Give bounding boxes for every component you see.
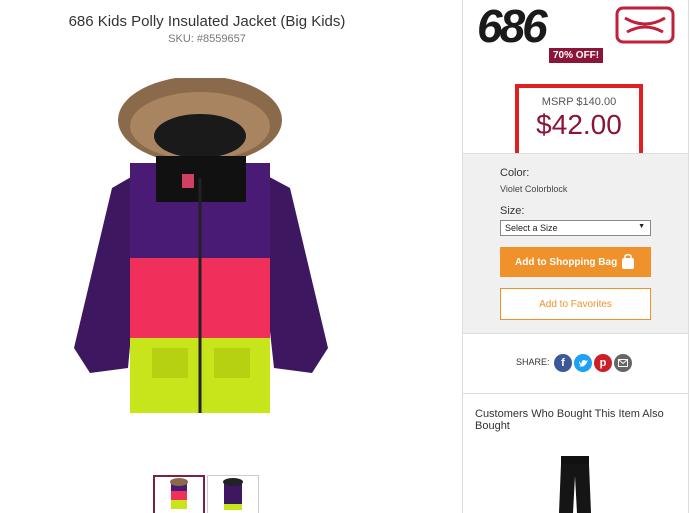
sale-price: $42.00 <box>536 109 622 140</box>
product-main-image[interactable] <box>60 76 360 418</box>
product-title: 686 Kids Polly Insulated Jacket (Big Kid… <box>68 13 346 30</box>
size-select-value: Select a Size <box>505 223 558 233</box>
brand-logo[interactable]: 686 <box>477 0 677 52</box>
product-image-column: 686 Kids Polly Insulated Jacket (Big Kid… <box>0 0 462 513</box>
facebook-icon[interactable]: f <box>554 354 572 372</box>
email-icon[interactable] <box>614 354 632 372</box>
chevron-down-icon: ▼ <box>638 223 645 230</box>
thumbnail-back[interactable] <box>207 475 259 513</box>
shopping-bag-icon <box>622 253 634 269</box>
also-bought-heading: Customers Who Bought This Item Also Boug… <box>475 408 664 432</box>
share-row: SHARE: f p <box>463 350 688 376</box>
size-label: Size: <box>500 205 525 217</box>
discount-badge: 70% OFF! <box>549 48 604 63</box>
product-sku: SKU: #8559657 <box>168 33 246 45</box>
color-label: Color: <box>500 167 530 179</box>
add-to-bag-label: Add to Shopping Bag <box>515 256 618 268</box>
purchase-panel: 686 70% OFF! MSRP $140.00 $42.00 Color: … <box>463 0 688 513</box>
column-divider-right <box>688 0 689 513</box>
share-label: SHARE: <box>516 357 550 367</box>
add-to-favorites-button[interactable]: Add to Favorites <box>500 288 651 320</box>
svg-text:686: 686 <box>477 2 548 48</box>
color-value: Violet Colorblock <box>500 184 568 194</box>
size-select[interactable]: Select a Size ▼ <box>500 220 651 236</box>
jacket-illustration <box>74 76 328 413</box>
options-panel: Color: Violet Colorblock Size: Select a … <box>463 153 688 334</box>
price-box: MSRP $140.00 $42.00 <box>515 84 643 159</box>
twitter-icon[interactable] <box>574 354 592 372</box>
section-divider <box>463 393 688 394</box>
add-to-bag-button[interactable]: Add to Shopping Bag <box>500 247 651 277</box>
thumbnail-front[interactable] <box>153 475 205 513</box>
recommended-product-image[interactable] <box>555 456 595 513</box>
pinterest-icon[interactable]: p <box>594 354 612 372</box>
msrp-price: MSRP $140.00 <box>541 96 617 108</box>
